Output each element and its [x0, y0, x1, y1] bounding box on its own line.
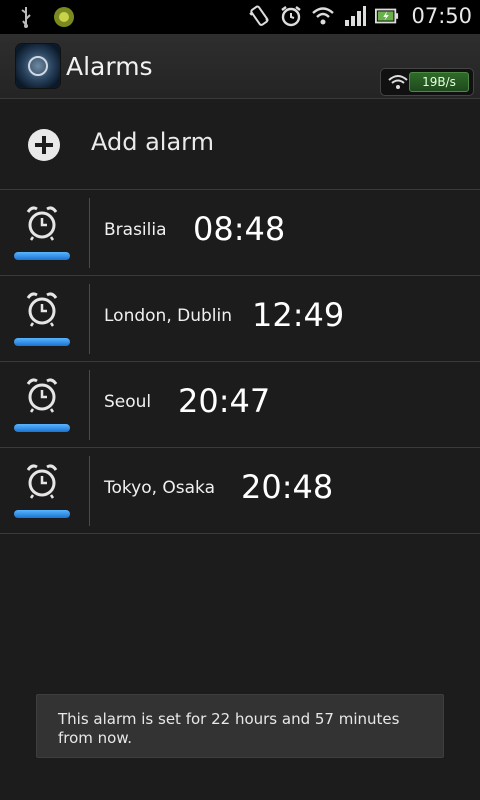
alarm-clock-icon: [24, 290, 60, 328]
wifi-icon: [387, 71, 409, 93]
alarm-toggle[interactable]: [14, 510, 70, 518]
divider: [89, 456, 90, 526]
app-notification-icon: [52, 4, 76, 30]
alarm-clock-icon: [24, 204, 60, 242]
alarm-time: 12:49: [252, 296, 345, 334]
alarm-time: 08:48: [193, 210, 286, 248]
alarm-row[interactable]: Tokyo, Osaka 20:48: [0, 448, 480, 534]
vibrate-icon: [247, 3, 271, 29]
usb-icon: [14, 4, 38, 30]
signal-icon: [343, 3, 367, 29]
network-speed-widget: 19B/s: [380, 68, 474, 96]
app-logo-icon[interactable]: [16, 44, 60, 88]
alarm-row[interactable]: Brasilia 08:48: [0, 190, 480, 276]
add-alarm-button[interactable]: Add alarm: [0, 98, 480, 190]
alarm-time: 20:48: [241, 468, 334, 506]
add-alarm-label: Add alarm: [91, 128, 214, 156]
alarm-row[interactable]: Seoul 20:47: [0, 362, 480, 448]
alarm-list: Brasilia 08:48 London, Dublin 12:49 Seou…: [0, 190, 480, 534]
wifi-icon: [311, 3, 335, 29]
add-icon: [28, 129, 60, 161]
action-bar: Alarms 19B/s: [0, 34, 480, 99]
divider: [89, 198, 90, 268]
network-speed-value: 19B/s: [409, 72, 469, 92]
status-time: 07:50: [411, 4, 472, 28]
alarm-toggle[interactable]: [14, 252, 70, 260]
status-bar: 07:50: [0, 0, 480, 34]
alarm-row[interactable]: London, Dublin 12:49: [0, 276, 480, 362]
page-title: Alarms: [66, 52, 153, 81]
toast-message: This alarm is set for 22 hours and 57 mi…: [58, 710, 400, 747]
alarm-toggle[interactable]: [14, 338, 70, 346]
battery-charging-icon: [375, 3, 399, 29]
alarm-icon: [279, 3, 303, 29]
alarm-toggle[interactable]: [14, 424, 70, 432]
alarm-clock-icon: [24, 376, 60, 414]
toast-notification: This alarm is set for 22 hours and 57 mi…: [36, 694, 444, 758]
alarm-city: London, Dublin: [104, 306, 232, 326]
alarm-city: Tokyo, Osaka: [104, 478, 216, 498]
alarm-city: Brasilia: [104, 220, 167, 240]
divider: [89, 370, 90, 440]
alarm-city: Seoul: [104, 392, 152, 412]
alarm-time: 20:47: [178, 382, 271, 420]
alarm-clock-icon: [24, 462, 60, 500]
divider: [89, 284, 90, 354]
